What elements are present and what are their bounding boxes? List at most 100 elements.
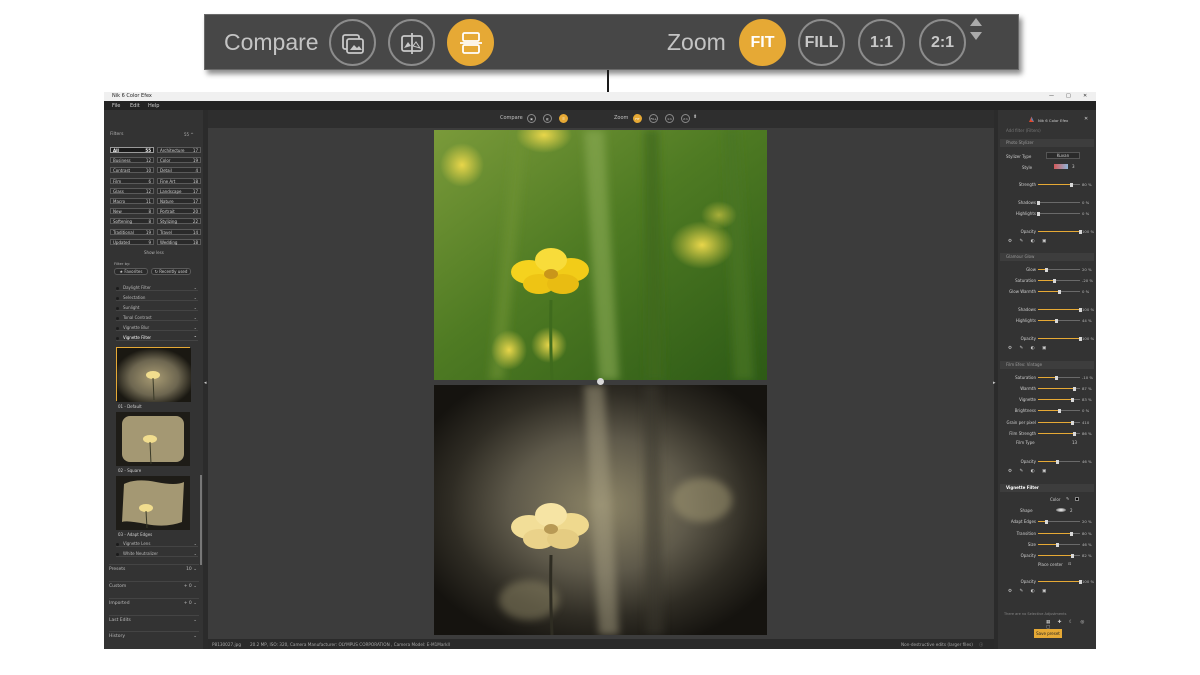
category-film[interactable]: Film 6 bbox=[110, 177, 154, 184]
zoom-2-1-button-small[interactable]: 2:1 bbox=[681, 114, 690, 123]
slider-knob[interactable] bbox=[1070, 420, 1074, 425]
info-icon[interactable]: ⓘ bbox=[979, 642, 983, 648]
chevron-up-icon[interactable]: ⌃ bbox=[194, 334, 197, 341]
category-business[interactable]: Business 12 bbox=[110, 157, 154, 164]
category-stylizing[interactable]: Stylizing 22 bbox=[157, 218, 201, 225]
zoom-fit-button[interactable]: FIT bbox=[739, 19, 786, 66]
slider-knob[interactable] bbox=[1044, 519, 1048, 524]
recently-used-chip[interactable]: ↻ Recently used bbox=[151, 268, 191, 275]
slider-knob[interactable] bbox=[1036, 200, 1040, 205]
zoom-fill-button[interactable]: FILL bbox=[798, 19, 845, 66]
filter-tools-icons-global[interactable]: ⚙ ✎ ◐ ▣ bbox=[1008, 589, 1049, 594]
zoom-fill-button-small[interactable]: FILL bbox=[649, 114, 658, 123]
compare-stacked-view-button[interactable] bbox=[447, 19, 494, 66]
slider-ps_shadows[interactable] bbox=[1036, 200, 1080, 205]
section-film-efex-vintage[interactable]: Film Efex: Vintage bbox=[1000, 361, 1094, 369]
favorites-chip[interactable]: ★ Favorites bbox=[114, 268, 148, 275]
favorite-dot-icon[interactable] bbox=[116, 306, 119, 310]
category-new[interactable]: New 8 bbox=[110, 208, 154, 215]
slider-knob[interactable] bbox=[1070, 553, 1074, 558]
style-value[interactable]: 3 bbox=[1072, 164, 1075, 169]
section-vignette-filter[interactable]: Vignette Filter bbox=[1000, 484, 1094, 492]
section-imported[interactable]: Imported + 0 ⌄ bbox=[109, 598, 199, 608]
slider-gg_opacity[interactable] bbox=[1038, 336, 1082, 341]
slider-ps_highlights[interactable] bbox=[1036, 211, 1080, 216]
chevron-down-icon[interactable]: ⌄ bbox=[194, 324, 197, 331]
section-photo-stylizer[interactable]: Photo Stylizer bbox=[1000, 139, 1094, 147]
slider-gg_saturation[interactable] bbox=[1038, 278, 1080, 283]
menu-file[interactable]: File bbox=[112, 103, 120, 109]
chevron-down-icon[interactable]: ⌄ bbox=[194, 314, 197, 321]
preset-thumb-default[interactable] bbox=[116, 347, 191, 402]
panel-close-icon[interactable]: ✕ bbox=[1084, 116, 1088, 122]
category-macro[interactable]: Macro 11 bbox=[110, 198, 154, 204]
filter-item-vignette-lens[interactable]: Vignette Lens ⌄ bbox=[116, 540, 198, 547]
filters-scrollbar[interactable] bbox=[200, 475, 202, 565]
category-all[interactable]: All 55 bbox=[110, 147, 154, 153]
slider-knob[interactable] bbox=[1055, 542, 1059, 547]
slider-global_opacity[interactable] bbox=[1038, 579, 1082, 584]
slider-gg_highlights[interactable] bbox=[1038, 318, 1080, 323]
chevron-down-icon[interactable]: ⌄ bbox=[194, 540, 197, 547]
show-less-link[interactable]: Show less bbox=[144, 250, 164, 255]
slider-fe_brightness[interactable] bbox=[1038, 408, 1080, 413]
compare-stacked-button-small[interactable]: ☰ bbox=[559, 114, 568, 123]
slider-vf_transition[interactable] bbox=[1038, 531, 1080, 536]
slider-knob[interactable] bbox=[1057, 289, 1061, 294]
preset-thumb-square[interactable] bbox=[116, 412, 190, 466]
preset-thumb-adapt-edges[interactable] bbox=[116, 476, 190, 530]
favorite-dot-icon[interactable] bbox=[116, 296, 119, 300]
slider-knob[interactable] bbox=[1036, 211, 1040, 216]
compare-split-view-button[interactable] bbox=[329, 19, 376, 66]
style-swatch[interactable] bbox=[1054, 164, 1068, 169]
slider-knob[interactable] bbox=[1044, 267, 1048, 272]
slider-ps_opacity[interactable] bbox=[1038, 229, 1082, 234]
slider-knob[interactable] bbox=[1054, 318, 1058, 323]
zoom-fit-button-small[interactable]: FIT bbox=[633, 114, 642, 123]
zoom-1-1-button-small[interactable]: 1:1 bbox=[665, 114, 674, 123]
category-travel[interactable]: Travel 14 bbox=[157, 228, 201, 235]
slider-fe_grain[interactable] bbox=[1038, 420, 1080, 425]
favorite-dot-icon[interactable] bbox=[116, 542, 119, 546]
filter-tools-icons-ps[interactable]: ⚙ ✎ ◐ ▣ bbox=[1008, 239, 1049, 244]
maximize-icon[interactable]: □ bbox=[1066, 93, 1071, 99]
filter-item-vignette-filter[interactable]: Vignette Filter ⌃ bbox=[116, 334, 198, 341]
slider-knob[interactable] bbox=[1053, 278, 1057, 283]
divider-handle[interactable] bbox=[597, 378, 604, 385]
category-nature[interactable]: Nature 17 bbox=[157, 198, 201, 204]
filter-item-daylight[interactable]: Daylight Filter ⌄ bbox=[116, 284, 198, 291]
filter-item-vignette-blur[interactable]: Vignette Blur ⌄ bbox=[116, 324, 198, 331]
category-detail[interactable]: Detail 4 bbox=[157, 167, 201, 174]
add-filter-label[interactable]: Add filter (Filters) bbox=[1006, 128, 1041, 133]
category-landscape[interactable]: Landscape 17 bbox=[157, 187, 201, 194]
zoom-stepper-arrows-icon[interactable] bbox=[969, 17, 983, 41]
section-history[interactable]: History ⌄ bbox=[109, 631, 199, 641]
category-glass[interactable]: Glass 12 bbox=[110, 187, 154, 194]
preview-original-image[interactable] bbox=[434, 130, 767, 380]
menu-edit[interactable]: Edit bbox=[130, 103, 140, 109]
category-fine-art[interactable]: Fine Art 18 bbox=[157, 177, 201, 184]
slider-knob[interactable] bbox=[1055, 375, 1059, 380]
slider-ps_strength[interactable] bbox=[1038, 182, 1080, 187]
vignette-shape-swatch[interactable] bbox=[1056, 508, 1066, 512]
category-updated[interactable]: Updated 9 bbox=[110, 238, 154, 245]
favorite-dot-icon[interactable] bbox=[116, 336, 119, 340]
slider-gg_shadows[interactable] bbox=[1038, 307, 1082, 312]
compare-split-button-small[interactable]: ▣ bbox=[527, 114, 536, 123]
slider-fe_opacity[interactable] bbox=[1038, 459, 1080, 464]
slider-knob[interactable] bbox=[1055, 459, 1059, 464]
slider-knob[interactable] bbox=[1070, 531, 1074, 536]
favorite-dot-icon[interactable] bbox=[116, 326, 119, 330]
vignette-color-swatch[interactable] bbox=[1075, 497, 1079, 501]
filter-item-tonal-contrast[interactable]: Tonal Contrast ⌄ bbox=[116, 314, 198, 321]
minimize-icon[interactable]: — bbox=[1049, 93, 1054, 99]
film-type-value[interactable]: 13 bbox=[1072, 440, 1077, 445]
collapse-left-panel-icon[interactable]: ◂ bbox=[204, 380, 207, 386]
filter-tools-icons-fe[interactable]: ⚙ ✎ ◐ ▣ bbox=[1008, 469, 1049, 474]
slider-knob[interactable] bbox=[1057, 408, 1061, 413]
section-last-edits[interactable]: Last Edits ⌄ bbox=[109, 615, 199, 625]
slider-gg_glowwarmth[interactable] bbox=[1038, 289, 1080, 294]
favorite-dot-icon[interactable] bbox=[116, 552, 119, 556]
slider-fe_saturation[interactable] bbox=[1038, 375, 1080, 380]
chevron-down-icon[interactable]: ⌄ bbox=[194, 284, 197, 291]
